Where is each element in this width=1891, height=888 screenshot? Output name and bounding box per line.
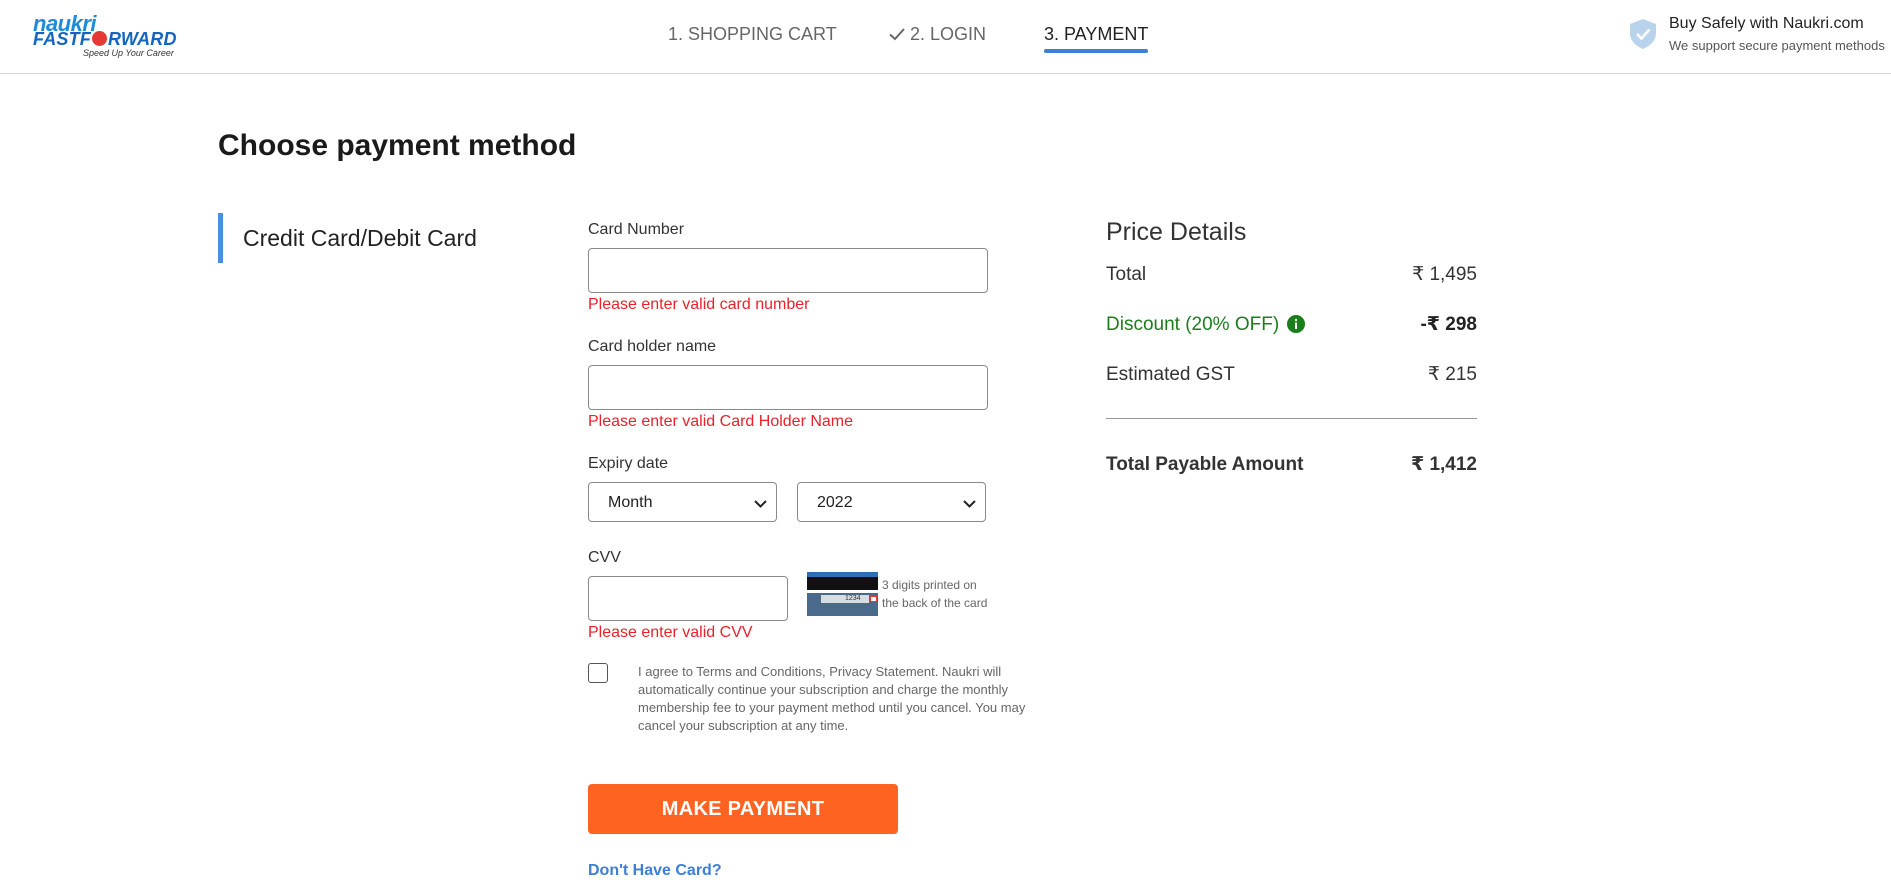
card-holder-error: Please enter valid Card Holder Name bbox=[588, 413, 854, 430]
step-shopping-cart[interactable]: 1. SHOPPING CART bbox=[668, 22, 837, 46]
discount-value: -₹ 298 bbox=[1420, 314, 1477, 335]
agree-text: I agree to Terms and Conditions, Privacy… bbox=[638, 664, 1026, 733]
check-icon bbox=[889, 28, 905, 41]
gst-value: ₹ 215 bbox=[1427, 364, 1477, 385]
card-back-code: 1234 bbox=[845, 595, 861, 602]
price-row-total: Total ₹ 1,495 bbox=[1106, 263, 1477, 287]
cvv-input[interactable] bbox=[588, 576, 788, 621]
chevron-down-icon bbox=[963, 500, 976, 508]
step-login-label: 2. LOGIN bbox=[910, 24, 987, 44]
card-holder-input[interactable] bbox=[588, 365, 988, 410]
price-row-gst: Estimated GST ₹ 215 bbox=[1106, 363, 1477, 387]
payable-value: ₹ 1,412 bbox=[1410, 454, 1477, 475]
page-title: Choose payment method bbox=[218, 129, 577, 162]
tab-credit-debit-card-label: Credit Card/Debit Card bbox=[243, 225, 477, 251]
cvv-label: CVV bbox=[588, 549, 621, 566]
cvv-hint-text: 3 digits printed on the back of the card bbox=[882, 578, 988, 610]
shield-check-icon bbox=[1630, 19, 1656, 49]
step-payment[interactable]: 3. PAYMENT bbox=[1044, 22, 1149, 53]
logo-fastforward-text: FASTF RWARD bbox=[33, 29, 177, 49]
cvv-hint: 1234 3 digits printed on the back of the… bbox=[807, 572, 987, 616]
gst-label: Estimated GST bbox=[1106, 364, 1235, 385]
agree-checkbox[interactable] bbox=[588, 663, 608, 683]
cvv-error: Please enter valid CVV bbox=[588, 624, 753, 641]
discount-label-wrap: Discount (20% OFF) bbox=[1106, 313, 1306, 337]
make-payment-button[interactable]: MAKE PAYMENT bbox=[588, 784, 898, 834]
expiry-month-select[interactable]: Month bbox=[588, 482, 777, 522]
chevron-down-icon bbox=[754, 500, 767, 508]
naukri-fastforward-logo[interactable]: naukri FASTF RWARD Speed Up Your Career bbox=[33, 13, 183, 59]
logo-tagline: Speed Up Your Career bbox=[83, 48, 174, 58]
card-number-label: Card Number bbox=[588, 221, 685, 238]
card-back-icon: 1234 bbox=[807, 572, 878, 616]
price-row-discount: Discount (20% OFF) -₹ 298 bbox=[1106, 313, 1477, 337]
info-icon[interactable] bbox=[1287, 315, 1306, 333]
price-divider bbox=[1106, 418, 1477, 419]
total-value: ₹ 1,495 bbox=[1412, 264, 1477, 285]
expiry-year-select[interactable]: 2022 bbox=[797, 482, 986, 522]
discount-label: Discount (20% OFF) bbox=[1106, 314, 1280, 335]
secure-payment-info: Buy Safely with Naukri.com We support se… bbox=[1628, 14, 1888, 58]
secure-subtitle: We support secure payment methods bbox=[1669, 38, 1885, 53]
total-label: Total bbox=[1106, 264, 1147, 285]
expiry-date-label: Expiry date bbox=[588, 455, 669, 472]
price-row-payable: Total Payable Amount ₹ 1,412 bbox=[1106, 453, 1477, 477]
make-payment-label: MAKE PAYMENT bbox=[661, 798, 825, 820]
payable-label: Total Payable Amount bbox=[1106, 454, 1304, 475]
card-number-input[interactable] bbox=[588, 248, 988, 293]
dont-have-card-link[interactable]: Don't Have Card? bbox=[588, 861, 722, 881]
step-login[interactable]: 2. LOGIN bbox=[888, 22, 986, 46]
expiry-month-value: Month bbox=[608, 494, 653, 511]
card-number-error: Please enter valid card number bbox=[588, 296, 810, 313]
top-header: naukri FASTF RWARD Speed Up Your Career 1… bbox=[0, 0, 1891, 74]
card-holder-label: Card holder name bbox=[588, 338, 717, 355]
secure-title: Buy Safely with Naukri.com bbox=[1669, 15, 1864, 32]
tab-credit-debit-card[interactable]: Credit Card/Debit Card bbox=[218, 213, 518, 263]
price-details-title: Price Details bbox=[1106, 218, 1247, 246]
expiry-year-value: 2022 bbox=[817, 494, 853, 511]
